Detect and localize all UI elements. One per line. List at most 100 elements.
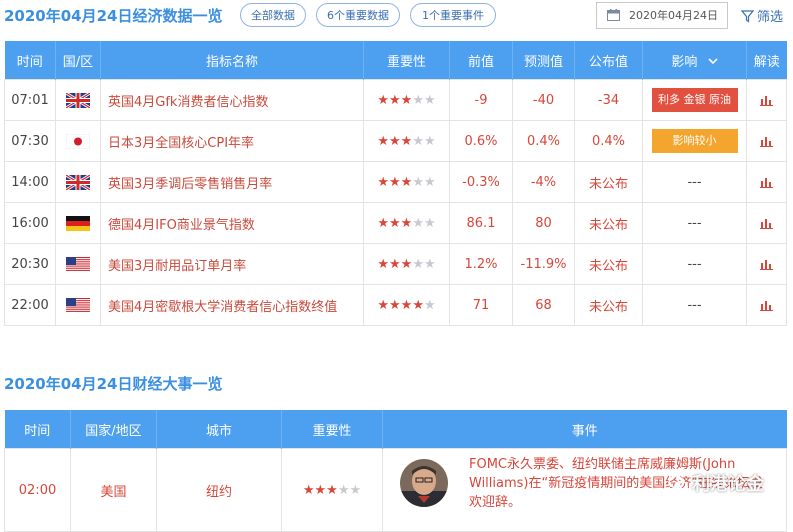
country-cell <box>55 284 101 326</box>
events-section-title: 2020年04月24日财经大事一览 <box>4 375 223 393</box>
indicator-name-link[interactable]: 日本3月全国核心CPI年率 <box>100 120 364 162</box>
filter-all-data-button[interactable]: 全部数据 <box>240 3 306 27</box>
event-importance: ★★★★★ <box>281 448 383 532</box>
date-picker[interactable]: 2020年04月24日 <box>596 2 728 29</box>
forecast-value: 80 <box>512 202 575 244</box>
event-time: 02:00 <box>4 448 71 532</box>
events-column-header-city: 城市 <box>156 410 282 449</box>
column-header-forecast: 预测值 <box>512 41 575 80</box>
importance-stars: ★★★★★ <box>302 482 362 498</box>
indicator-name-link[interactable]: 英国3月季调后零售销售月率 <box>100 161 364 203</box>
impact-cell: --- <box>642 161 747 203</box>
impact-cell: --- <box>642 202 747 244</box>
previous-value: -0.3% <box>449 161 513 203</box>
indicator-name-link[interactable]: 美国3月耐用品订单月率 <box>100 243 364 285</box>
watermark-text: 利港论金 <box>692 474 764 495</box>
bar-chart-icon[interactable] <box>760 93 773 108</box>
country-cell <box>55 120 101 162</box>
events-column-header-time: 时间 <box>4 410 71 449</box>
speaker-avatar <box>400 459 448 507</box>
importance-cell: ★★★★★ <box>363 120 450 162</box>
impact-cell: --- <box>642 243 747 285</box>
country-cell <box>55 161 101 203</box>
release-time: 07:30 <box>4 120 56 162</box>
table-row[interactable]: 14:00 英国3月季调后零售销售月率 ★★★★★ -0.3% -4% 未公布 --- <box>4 161 787 203</box>
indicator-name-link[interactable]: 美国4月密歇根大学消费者信心指数终值 <box>100 284 364 326</box>
filter-important-event-button[interactable]: 1个重要事件 <box>410 3 496 27</box>
event-city: 纽约 <box>156 448 282 532</box>
us-flag-icon <box>66 297 90 313</box>
actual-value: 未公布 <box>574 243 643 285</box>
previous-value: 71 <box>449 284 513 326</box>
importance-stars: ★★★★★ <box>377 215 436 231</box>
column-header-previous: 前值 <box>449 41 513 80</box>
forecast-value: -40 <box>512 79 575 121</box>
filter-label: 筛选 <box>757 10 784 25</box>
wechat-icon <box>668 475 688 492</box>
events-column-header-importance: 重要性 <box>281 410 383 449</box>
indicator-name-link[interactable]: 英国4月Gfk消费者信心指数 <box>100 79 364 121</box>
japan-flag-icon <box>66 133 90 149</box>
previous-value: 86.1 <box>449 202 513 244</box>
watermark: 利港论金 <box>668 470 764 496</box>
actual-value: 未公布 <box>574 161 643 203</box>
column-header-actual: 公布值 <box>574 41 643 80</box>
chevron-down-icon <box>708 57 718 64</box>
table-row[interactable]: 07:30 日本3月全国核心CPI年率 ★★★★★ 0.6% 0.4% 0.4% 影响较小 <box>4 120 787 162</box>
indicator-name-link[interactable]: 德国4月IFO商业景气指数 <box>100 202 364 244</box>
release-time: 16:00 <box>4 202 56 244</box>
forecast-value: -11.9% <box>512 243 575 285</box>
filter-important-data-button[interactable]: 6个重要数据 <box>316 3 400 27</box>
actual-value: 未公布 <box>574 202 643 244</box>
importance-stars: ★★★★★ <box>377 297 436 313</box>
previous-value: 1.2% <box>449 243 513 285</box>
bar-chart-icon[interactable] <box>760 216 773 231</box>
table-row[interactable]: 20:30 美国3月耐用品订单月率 ★★★★★ 1.2% -11.9% 未公布 --- <box>4 243 787 285</box>
column-header-indicator: 指标名称 <box>100 41 364 80</box>
economic-data-table: 时间 国/区 指标名称 重要性 前值 预测值 公布值 影响 解读 07:01 英国… <box>4 41 787 326</box>
actual-value: 未公布 <box>574 284 643 326</box>
table-row[interactable]: 07:01 英国4月Gfk消费者信心指数 ★★★★★ -9 -40 -34 利多 金银 原油 <box>4 79 787 121</box>
table-row[interactable]: 16:00 德国4月IFO商业景气指数 ★★★★★ 86.1 80 未公布 --- <box>4 202 787 244</box>
previous-value: 0.6% <box>449 120 513 162</box>
importance-stars: ★★★★★ <box>377 92 436 108</box>
actual-value: -34 <box>574 79 643 121</box>
importance-stars: ★★★★★ <box>377 133 436 149</box>
column-header-interpretation: 解读 <box>746 41 787 80</box>
interpretation-cell[interactable] <box>746 202 787 244</box>
importance-cell: ★★★★★ <box>363 284 450 326</box>
column-header-country: 国/区 <box>55 41 101 80</box>
column-header-impact[interactable]: 影响 <box>642 41 747 80</box>
importance-cell: ★★★★★ <box>363 243 450 285</box>
country-cell <box>55 79 101 121</box>
events-column-header-event: 事件 <box>382 410 787 449</box>
interpretation-cell[interactable] <box>746 243 787 285</box>
filter-button[interactable]: 筛选 <box>740 6 784 25</box>
impact-cell: 影响较小 <box>642 120 747 162</box>
calendar-icon <box>607 9 620 21</box>
page-title: 2020年04月24日经济数据一览 <box>4 7 223 25</box>
forecast-value: 68 <box>512 284 575 326</box>
interpretation-cell[interactable] <box>746 79 787 121</box>
us-flag-icon <box>66 256 90 272</box>
date-value: 2020年04月24日 <box>629 9 718 22</box>
event-country: 美国 <box>70 448 157 532</box>
bar-chart-icon[interactable] <box>760 257 773 272</box>
impact-header-label: 影响 <box>671 54 698 70</box>
interpretation-cell[interactable] <box>746 120 787 162</box>
impact-badge: 利多 金银 原油 <box>651 88 738 112</box>
bar-chart-icon[interactable] <box>760 134 773 149</box>
bar-chart-icon[interactable] <box>760 175 773 190</box>
importance-stars: ★★★★★ <box>377 256 436 272</box>
germany-flag-icon <box>66 215 90 231</box>
interpretation-cell[interactable] <box>746 284 787 326</box>
impact-cell: 利多 金银 原油 <box>642 79 747 121</box>
bar-chart-icon[interactable] <box>760 298 773 313</box>
table-row[interactable]: 22:00 美国4月密歇根大学消费者信心指数终值 ★★★★★ 71 68 未公布 --- <box>4 284 787 326</box>
release-time: 07:01 <box>4 79 56 121</box>
forecast-value: -4% <box>512 161 575 203</box>
interpretation-cell[interactable] <box>746 161 787 203</box>
country-cell <box>55 243 101 285</box>
events-header-row: 时间 国家/地区 城市 重要性 事件 <box>4 410 787 449</box>
release-time: 14:00 <box>4 161 56 203</box>
